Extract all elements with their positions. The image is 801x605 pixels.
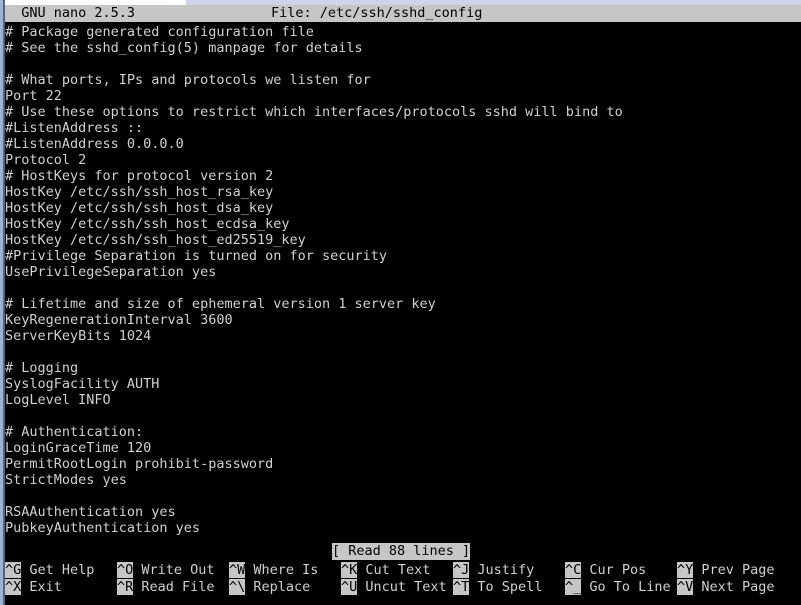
editor-line: HostKey /etc/ssh/ssh_host_rsa_key [5, 184, 274, 200]
shortcut-uncut-text[interactable]: ^U Uncut Text [341, 579, 447, 596]
shortcut-label: Uncut Text [357, 579, 447, 595]
editor-line: # Lifetime and size of ephemeral version… [5, 296, 436, 312]
editor-line: ServerKeyBits 1024 [5, 328, 152, 344]
shortcut-key: ^U [341, 579, 358, 595]
editor-line: KeyRegenerationInterval 3600 [5, 312, 233, 328]
shortcut-label: Replace [245, 579, 311, 595]
shortcut-go-to-line[interactable]: ^_ Go To Line [565, 579, 671, 596]
shortcut-label: Justify [469, 562, 535, 578]
shortcut-label: Get Help [21, 562, 95, 578]
editor-line: RSAAuthentication yes [5, 504, 176, 520]
shortcut-key: ^W [229, 562, 246, 578]
editor-line: Protocol 2 [5, 152, 87, 168]
shortcut-prev-page[interactable]: ^Y Prev Page [677, 562, 775, 579]
shortcut-to-spell[interactable]: ^T To Spell [453, 579, 543, 596]
shortcut-label: Next Page [693, 579, 775, 595]
shortcut-key: ^J [453, 562, 470, 578]
shortcut-label: Where Is [245, 562, 319, 578]
editor-line: #Privilege Separation is turned on for s… [5, 248, 388, 264]
nano-shortcut-bar: ^G Get Help ^O Write Out ^W Where Is ^K Cut… [5, 562, 801, 605]
shortcut-key: ^\ [229, 579, 246, 595]
shortcut-key: ^_ [565, 579, 582, 595]
shortcut-cut-text[interactable]: ^K Cut Text [341, 562, 431, 579]
shortcut-row-secondary: ^X Exit ^R Read File ^\ Replace ^U Uncut Te… [5, 579, 801, 596]
shortcut-row-primary: ^G Get Help ^O Write Out ^W Where Is ^K Cut… [5, 562, 801, 579]
nano-file-path-label: File: /etc/ssh/sshd_config [271, 5, 483, 21]
editor-line: PubkeyAuthentication yes [5, 520, 201, 536]
nano-version-label: GNU nano 2.5.3 [5, 5, 136, 21]
shortcut-label: Cut Text [357, 562, 431, 578]
shortcut-write-out[interactable]: ^O Write Out [117, 562, 215, 579]
shortcut-label: Cur Pos [581, 562, 647, 578]
nano-status-line: [ Read 88 lines ] [5, 543, 801, 560]
shortcut-key: ^C [565, 562, 582, 578]
editor-line: #ListenAddress :: [5, 120, 144, 136]
shortcut-exit[interactable]: ^X Exit [5, 579, 62, 596]
editor-line: PermitRootLogin prohibit-password [5, 456, 274, 472]
shortcut-label: Prev Page [693, 562, 775, 578]
shortcut-key: ^O [117, 562, 134, 578]
shortcut-cur-pos[interactable]: ^C Cur Pos [565, 562, 647, 579]
editor-line: HostKey /etc/ssh/ssh_host_ecdsa_key [5, 216, 290, 232]
editor-line: #ListenAddress 0.0.0.0 [5, 136, 184, 152]
shortcut-key: ^K [341, 562, 358, 578]
shortcut-key: ^X [5, 579, 22, 595]
editor-line: # Authentication: [5, 424, 144, 440]
shortcut-key: ^V [677, 579, 694, 595]
shortcut-key: ^R [117, 579, 134, 595]
editor-line: # See the sshd_config(5) manpage for det… [5, 40, 363, 56]
nano-terminal-window: GNU nano 2.5.3 File: /etc/ssh/sshd_confi… [0, 0, 801, 605]
shortcut-read-file[interactable]: ^R Read File [117, 579, 215, 596]
shortcut-replace[interactable]: ^\ Replace [229, 579, 311, 596]
shortcut-label: Exit [21, 579, 62, 595]
editor-line: LogLevel INFO [5, 392, 111, 408]
window-left-border-accent [3, 0, 5, 605]
shortcut-next-page[interactable]: ^V Next Page [677, 579, 775, 596]
editor-line: HostKey /etc/ssh/ssh_host_dsa_key [5, 200, 274, 216]
shortcut-justify[interactable]: ^J Justify [453, 562, 535, 579]
editor-line: Port 22 [5, 88, 62, 104]
editor-text-area[interactable]: # Package generated configuration file # … [5, 24, 801, 540]
shortcut-key: ^Y [677, 562, 694, 578]
editor-line: # HostKeys for protocol version 2 [5, 168, 274, 184]
editor-line: HostKey /etc/ssh/ssh_host_ed25519_key [5, 232, 306, 248]
nano-title-bar: GNU nano 2.5.3 File: /etc/ssh/sshd_confi… [0, 5, 801, 22]
status-message: [ Read 88 lines ] [332, 543, 471, 560]
shortcut-label: Go To Line [581, 579, 671, 595]
shortcut-get-help[interactable]: ^G Get Help [5, 562, 95, 579]
shortcut-where-is[interactable]: ^W Where Is [229, 562, 319, 579]
shortcut-label: Read File [133, 579, 215, 595]
editor-line: LoginGraceTime 120 [5, 440, 152, 456]
editor-line: # Package generated configuration file [5, 24, 314, 40]
shortcut-key: ^G [5, 562, 22, 578]
shortcut-key: ^T [453, 579, 470, 595]
editor-line: # Use these options to restrict which in… [5, 104, 623, 120]
editor-line: StrictModes yes [5, 472, 127, 488]
editor-line: # Logging [5, 360, 79, 376]
editor-line: UsePrivilegeSeparation yes [5, 264, 217, 280]
editor-line: # What ports, IPs and protocols we liste… [5, 72, 371, 88]
shortcut-label: Write Out [133, 562, 215, 578]
shortcut-label: To Spell [469, 579, 543, 595]
editor-line: SyslogFacility AUTH [5, 376, 160, 392]
